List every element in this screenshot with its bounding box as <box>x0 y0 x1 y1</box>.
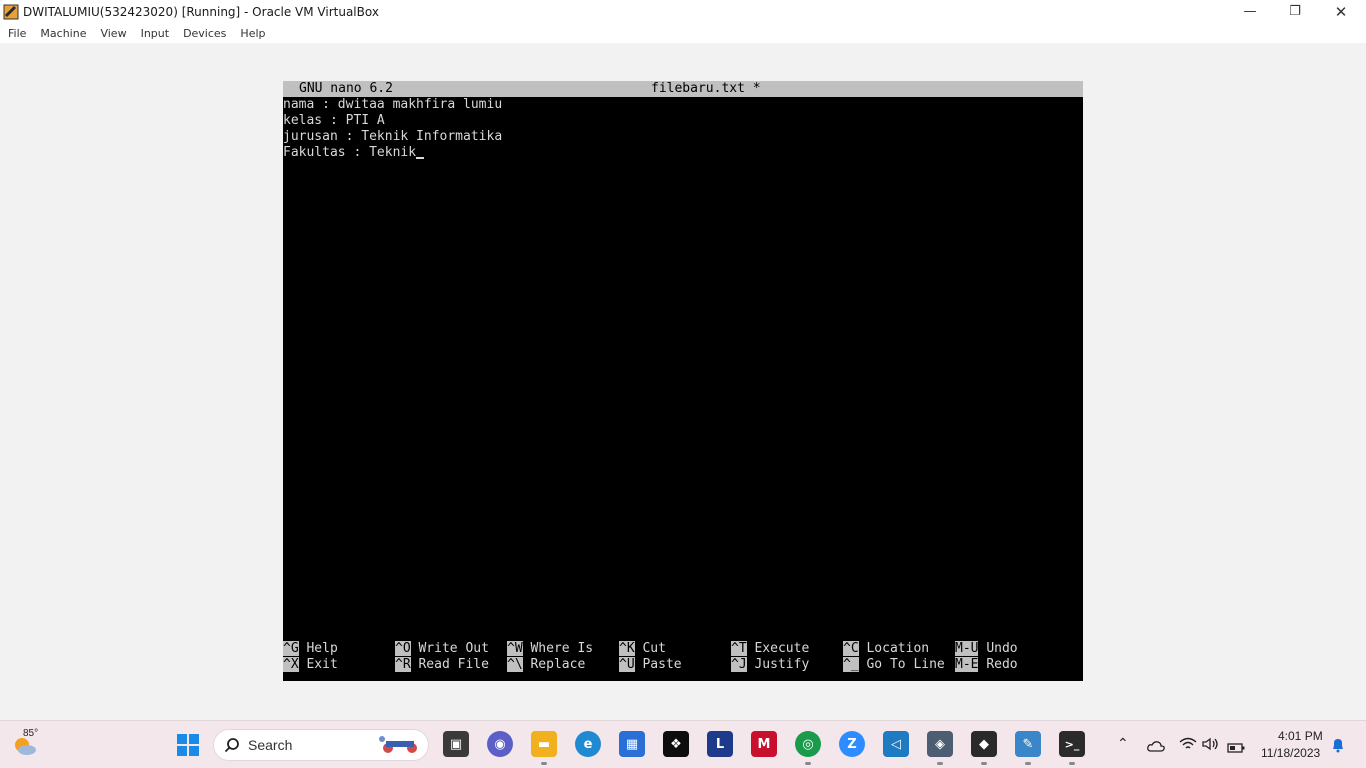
taskbar-search[interactable]: Search <box>213 729 429 761</box>
nano-version: GNU nano 6.2 <box>299 81 393 96</box>
zoom-icon[interactable]: Z <box>839 731 865 757</box>
wifi-icon[interactable] <box>1179 736 1197 755</box>
window-titlebar: DWITALUMIU(532423020) [Running] - Oracle… <box>0 0 1366 23</box>
nano-header: GNU nano 6.2 filebaru.txt * <box>283 81 1083 97</box>
close-button[interactable]: ✕ <box>1318 0 1364 23</box>
windows-logo-icon <box>177 734 199 756</box>
running-indicator <box>541 762 547 765</box>
editor-line-3: jurusan : Teknik Informatika <box>283 129 503 144</box>
edge-icon[interactable]: e <box>575 731 601 757</box>
virtualbox-vm-icon[interactable]: ◆ <box>971 731 997 757</box>
battery-icon[interactable] <box>1227 738 1245 757</box>
minimize-button[interactable]: — <box>1227 0 1273 23</box>
dropbox-icon[interactable]: ❖ <box>663 731 689 757</box>
nano-filename: filebaru.txt * <box>651 81 761 96</box>
shortcut-undo: M-U Undo <box>955 641 1018 656</box>
search-label: Search <box>248 737 293 753</box>
virtualbox-app-icon <box>3 4 19 20</box>
editor-line-1: nama : dwitaa makhfira lumiu <box>283 97 503 112</box>
clock-date[interactable]: 11/18/2023 <box>1261 746 1320 760</box>
notification-bell-icon[interactable] <box>1331 737 1345 757</box>
microsoft-store-icon[interactable]: ▦ <box>619 731 645 757</box>
shortcut-justify: ^J Justify <box>731 657 810 672</box>
shortcut-paste: ^U Paste <box>619 657 682 672</box>
paint-icon[interactable]: ✎ <box>1015 731 1041 757</box>
chrome-icon[interactable]: ◎ <box>795 731 821 757</box>
menu-help[interactable]: Help <box>236 27 271 40</box>
shortcut-redo: M-E Redo <box>955 657 1018 672</box>
onedrive-icon[interactable] <box>1147 737 1165 756</box>
menu-devices[interactable]: Devices <box>179 27 232 40</box>
weather-widget[interactable]: 85° <box>10 728 40 759</box>
running-indicator <box>981 762 987 765</box>
l-app-icon[interactable]: L <box>707 731 733 757</box>
editor-line-4: Fakultas : Teknik <box>283 145 425 161</box>
menu-file[interactable]: File <box>4 27 32 40</box>
shortcut-where-is: ^W Where Is <box>507 641 594 656</box>
weather-temp: 85° <box>23 728 39 739</box>
running-indicator <box>805 762 811 765</box>
menu-view[interactable]: View <box>96 27 132 40</box>
search-icon <box>224 738 239 753</box>
task-view-icon[interactable]: ▣ <box>443 731 469 757</box>
running-indicator <box>1069 762 1075 765</box>
shortcut-location: ^C Location <box>843 641 930 656</box>
mcafee-icon[interactable]: M <box>751 731 777 757</box>
shortcut-go-to-line: ^_ Go To Line <box>843 657 945 672</box>
shortcut-write-out: ^O Write Out <box>395 641 489 656</box>
editor-line-4-text: Fakultas : Teknik <box>283 145 417 160</box>
menu-machine[interactable]: Machine <box>36 27 92 40</box>
menu-input[interactable]: Input <box>137 27 175 40</box>
search-highlight-icon <box>376 733 424 757</box>
start-button[interactable] <box>176 733 200 757</box>
text-cursor <box>416 157 425 159</box>
shortcut-read-file: ^R Read File <box>395 657 489 672</box>
volume-icon[interactable] <box>1202 736 1220 755</box>
file-explorer-icon[interactable]: ▬ <box>531 731 557 757</box>
shortcut-help: ^G Help <box>283 641 338 656</box>
shortcut-exit: ^X Exit <box>283 657 338 672</box>
vscode-icon[interactable]: ◁ <box>883 731 909 757</box>
shortcut-execute: ^T Execute <box>731 641 810 656</box>
running-indicator <box>937 762 943 765</box>
teams-chat-icon[interactable]: ◉ <box>487 731 513 757</box>
window-title: DWITALUMIU(532423020) [Running] - Oracle… <box>23 4 379 19</box>
virtualbox-icon[interactable]: ◈ <box>927 731 953 757</box>
running-indicator <box>1025 762 1031 765</box>
clock-time[interactable]: 4:01 PM <box>1278 729 1323 743</box>
shortcut-cut: ^K Cut <box>619 641 666 656</box>
tray-chevron-up-icon[interactable]: ⌃ <box>1117 735 1129 752</box>
terminal-icon[interactable]: >_ <box>1059 731 1085 757</box>
menu-bar: File Machine View Input Devices Help <box>0 23 1366 43</box>
restore-button[interactable]: ❐ <box>1272 0 1318 23</box>
windows-taskbar: 85° Search ▣ ◉ ▬ e ▦ ❖ L M ◎ Z ◁ ◈ ◆ ✎ >… <box>0 720 1366 768</box>
editor-line-2: kelas : PTI A <box>283 113 385 128</box>
shortcut-replace: ^\ Replace <box>507 657 586 672</box>
vm-screen[interactable]: GNU nano 6.2 filebaru.txt * nama : dwita… <box>283 81 1083 681</box>
